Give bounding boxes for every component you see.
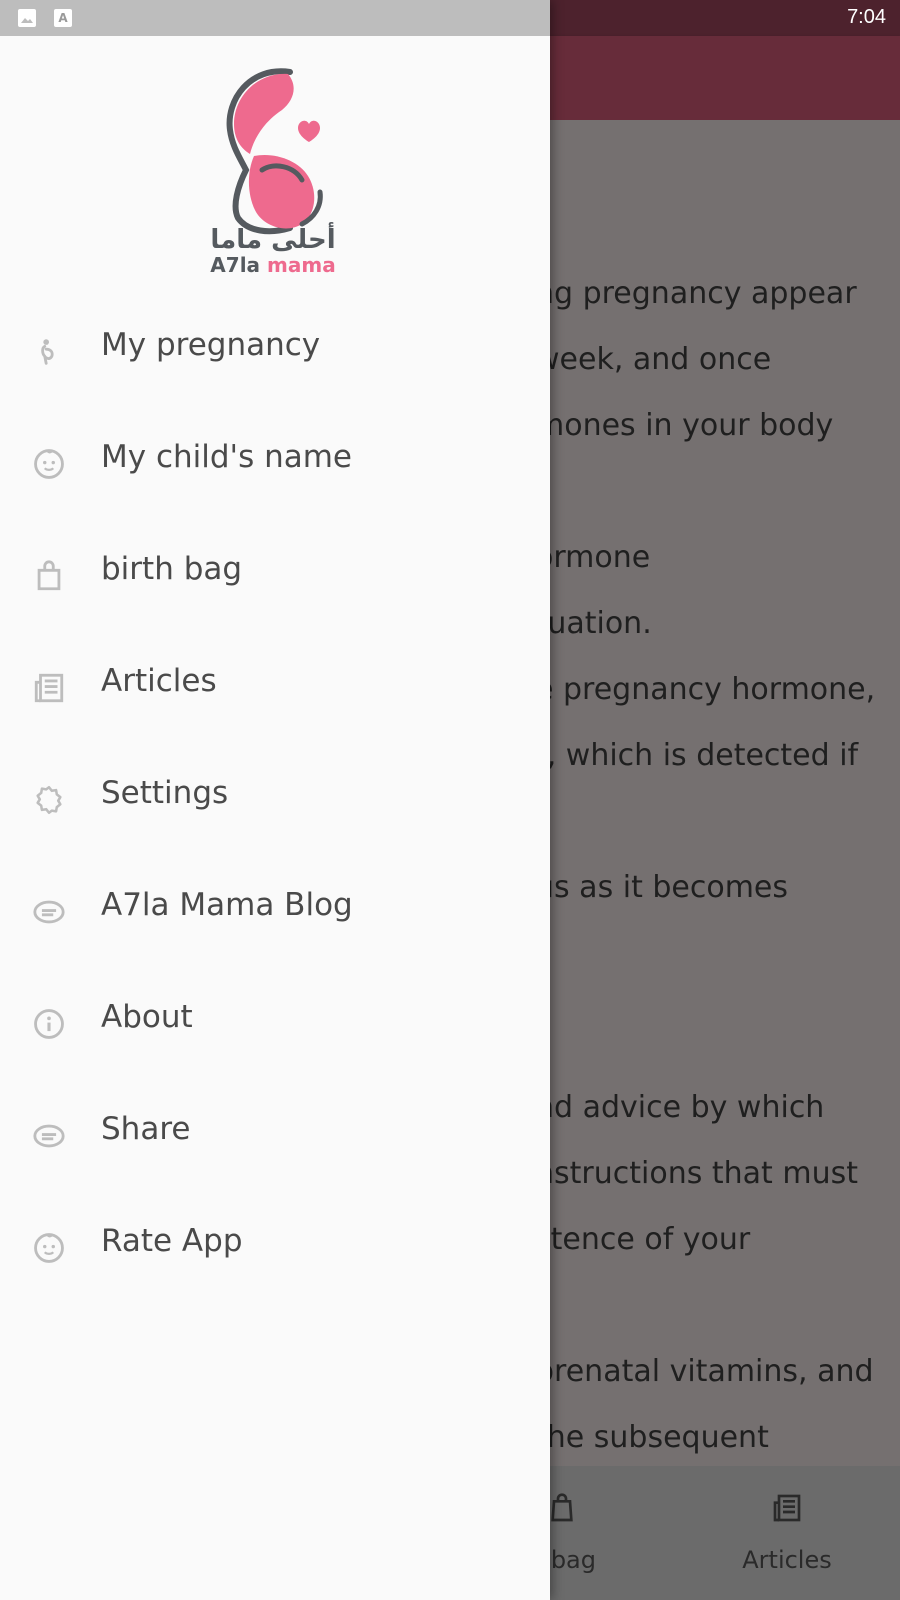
content-line: nd advice by which [535, 1090, 825, 1125]
menu-item-settings[interactable]: Settings [0, 743, 550, 855]
image-notification-icon [18, 9, 36, 27]
share-icon [33, 1124, 65, 1148]
articles-icon [34, 673, 64, 703]
bag-icon [551, 1493, 573, 1522]
menu-item-label: About [101, 999, 193, 1035]
content-line: ), which is detected if [535, 738, 859, 773]
menu-item-label: My child's name [101, 439, 352, 475]
content-line: nstructions that must [535, 1156, 858, 1191]
bag-icon [37, 560, 61, 591]
menu-item-articles[interactable]: Articles [0, 631, 550, 743]
menu-item-birth-bag[interactable]: birth bag [0, 519, 550, 631]
menu-item-about[interactable]: About [0, 967, 550, 1079]
content-line: ormone [535, 540, 651, 575]
menu-item-label: My pregnancy [101, 327, 321, 363]
logo-latin-pink: mama [267, 253, 336, 276]
menu-item-label: Rate App [101, 1223, 243, 1259]
content-line: stence of your [535, 1222, 751, 1257]
content-line: us as it becomes [535, 870, 789, 905]
menu-item-label: Share [101, 1111, 191, 1147]
app-logo: أحلى ماما A7la mama [198, 66, 348, 277]
logo-arabic-text: أحلى ماما [210, 222, 335, 255]
status-time: 7:04 [847, 6, 886, 28]
menu-item-share[interactable]: Share [0, 1079, 550, 1191]
articles-icon [773, 1494, 801, 1522]
drawer-menu: My pregnancy My child's name birth bag A… [0, 295, 550, 1303]
menu-item-label: A7la Mama Blog [101, 887, 353, 923]
menu-item-label: Articles [101, 663, 217, 699]
content-line: e pregnancy hormone, [535, 672, 876, 707]
gear-icon [36, 785, 62, 815]
navigation-drawer: A أحلى ماما A7la mama My pregnancy My ch… [0, 0, 550, 1600]
blog-icon [33, 900, 65, 924]
logo-latin-dark: A7la [210, 253, 267, 276]
content-line: ruation. [535, 606, 652, 641]
content-line: prenatal vitamins, and [535, 1354, 874, 1389]
menu-item-child-name[interactable]: My child's name [0, 407, 550, 519]
baby-face-icon [34, 449, 64, 479]
menu-item-blog[interactable]: A7la Mama Blog [0, 855, 550, 967]
menu-item-label: Settings [101, 775, 229, 811]
bottom-nav-label: Articles [742, 1546, 832, 1574]
info-icon [34, 1009, 64, 1039]
baby-face-icon [34, 1233, 64, 1263]
content-line: mones in your body [535, 408, 834, 443]
content-line: the subsequent [535, 1420, 769, 1455]
svg-text:A7la mama: A7la mama [210, 253, 335, 276]
logo-mother-icon: أحلى ماما A7la mama [210, 68, 336, 277]
menu-item-label: birth bag [101, 551, 243, 587]
drawer-status-bar: A [0, 0, 550, 36]
app-notification-icon: A [54, 9, 72, 27]
content-line: week, and once [535, 342, 772, 377]
pregnant-icon [41, 339, 54, 365]
content-line: ng pregnancy appear [535, 276, 857, 311]
menu-item-rate-app[interactable]: Rate App [0, 1191, 550, 1303]
bottom-nav-articles[interactable]: Articles [687, 1466, 887, 1600]
menu-item-my-pregnancy[interactable]: My pregnancy [0, 295, 550, 407]
